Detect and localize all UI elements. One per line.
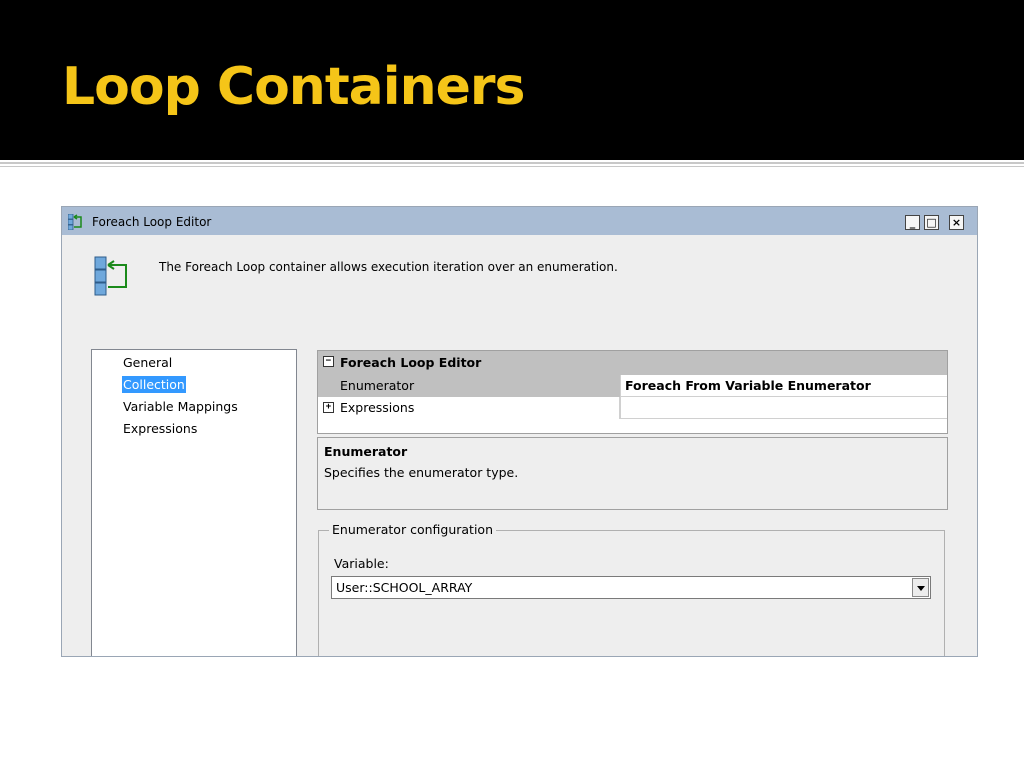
slide-title: Loop Containers: [62, 57, 525, 117]
description-text: Specifies the enumerator type.: [324, 465, 519, 480]
divider: [0, 162, 1024, 164]
window-titlebar[interactable]: Foreach Loop Editor _ □ ×: [62, 207, 977, 235]
property-value-field[interactable]: [620, 397, 947, 419]
property-grid: − Foreach Loop Editor Enumerator Foreach…: [317, 350, 948, 434]
category-label: Foreach Loop Editor: [340, 355, 482, 370]
window-title: Foreach Loop Editor: [92, 215, 212, 229]
property-row-enumerator[interactable]: Enumerator Foreach From Variable Enumera…: [318, 375, 947, 397]
property-value: Foreach From Variable Enumerator: [625, 378, 871, 393]
property-grid-category[interactable]: − Foreach Loop Editor: [318, 351, 947, 375]
nav-item-collection[interactable]: Collection: [122, 376, 186, 393]
variable-value: User::SCHOOL_ARRAY: [336, 580, 473, 595]
nav-item-expressions[interactable]: Expressions: [122, 420, 198, 437]
page-list: General Collection Variable Mappings Exp…: [91, 349, 297, 656]
variable-dropdown[interactable]: User::SCHOOL_ARRAY: [331, 576, 931, 599]
minimize-button[interactable]: _: [905, 215, 920, 230]
property-value-field[interactable]: Foreach From Variable Enumerator: [620, 375, 947, 397]
intro-text: The Foreach Loop container allows execut…: [159, 260, 618, 274]
expand-icon[interactable]: +: [323, 402, 334, 413]
description-title: Enumerator: [324, 444, 408, 459]
slide-header: Loop Containers: [0, 0, 1024, 160]
nav-item-general[interactable]: General: [122, 354, 173, 371]
property-name: Enumerator: [340, 378, 415, 393]
property-name: Expressions: [340, 400, 415, 415]
maximize-button[interactable]: □: [924, 215, 939, 230]
close-button[interactable]: ×: [949, 215, 964, 230]
nav-item-variable-mappings[interactable]: Variable Mappings: [122, 398, 239, 415]
foreach-loop-large-icon: [94, 256, 127, 296]
dropdown-button[interactable]: [912, 578, 929, 597]
property-row-expressions[interactable]: + Expressions: [318, 397, 947, 419]
chevron-down-icon: [917, 586, 925, 591]
variable-label: Variable:: [334, 556, 389, 571]
collapse-icon[interactable]: −: [323, 356, 334, 367]
property-description: Enumerator Specifies the enumerator type…: [317, 437, 948, 510]
group-legend: Enumerator configuration: [329, 522, 496, 537]
foreach-loop-icon: [68, 214, 82, 230]
divider: [0, 166, 1024, 167]
foreach-loop-editor-window: Foreach Loop Editor _ □ × The Foreach Lo…: [61, 206, 978, 657]
